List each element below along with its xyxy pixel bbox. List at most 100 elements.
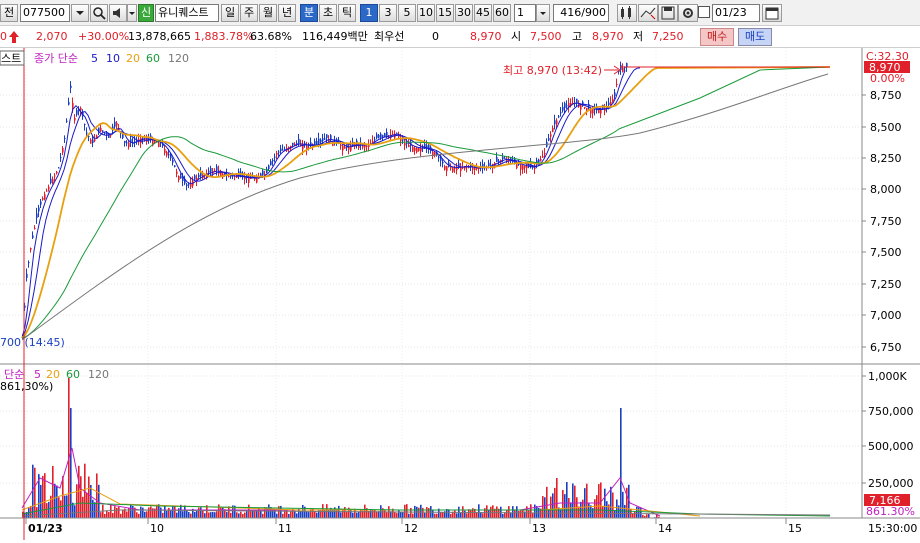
prev-label[interactable]: 전 — [0, 4, 18, 22]
volume-bar — [204, 513, 206, 518]
candle-body — [180, 176, 182, 179]
price-axis: 8,7508,5008,2508,0007,7507,5007,2507,000… — [862, 89, 902, 354]
period-day-button[interactable]: 일 — [221, 4, 239, 22]
chart-area[interactable]: 8,7508,5008,2508,0007,7507,5007,2507,000… — [0, 48, 920, 540]
settings-button[interactable] — [678, 4, 698, 22]
candle-body — [404, 143, 406, 146]
price-tick-label: 8,250 — [870, 152, 902, 165]
volume-value: 13,878,665 — [128, 29, 191, 45]
volume-bar — [276, 514, 278, 518]
indicator-button[interactable] — [617, 4, 637, 22]
volume-bar — [90, 485, 92, 518]
ma-legend-5: 5 — [91, 52, 98, 65]
candle-body — [524, 166, 526, 168]
candle-body — [438, 157, 440, 158]
candle-body — [278, 152, 280, 153]
volume-bar — [460, 513, 462, 518]
volume-bar — [212, 512, 214, 518]
trade-amount: 116,449백만 — [302, 29, 368, 45]
unit-input[interactable]: 1 — [514, 4, 536, 22]
volume-bar — [600, 482, 602, 518]
candle-body — [322, 138, 324, 141]
period-minute-button[interactable]: 분 — [300, 4, 318, 22]
candle-body — [42, 198, 44, 200]
volume-bar — [48, 502, 50, 518]
date-checkbox[interactable] — [698, 6, 710, 18]
volume-bar — [122, 510, 124, 518]
volume-bar — [512, 506, 514, 518]
volume-tick-label: 1,000K — [868, 370, 907, 383]
interval-15-button[interactable]: 15 — [436, 4, 454, 22]
priority-label: 최우선 — [374, 29, 404, 45]
code-dropdown-button[interactable] — [71, 4, 89, 22]
candle-icon — [618, 5, 636, 21]
calendar-button[interactable] — [762, 4, 782, 22]
period-month-button[interactable]: 월 — [259, 4, 277, 22]
sell-button[interactable]: 매도 — [738, 28, 772, 46]
date-input[interactable]: 01/23 — [712, 4, 760, 22]
candle-body — [326, 134, 328, 138]
candle-body — [558, 116, 560, 117]
volume-bar — [306, 512, 308, 518]
candle-body — [210, 168, 212, 172]
interval-45-button[interactable]: 45 — [474, 4, 492, 22]
volume-bar — [394, 512, 396, 518]
sound-menu-button[interactable] — [127, 4, 137, 22]
candle-body — [274, 157, 276, 158]
candle-body — [128, 143, 130, 147]
volume-bar — [230, 513, 232, 518]
search-button[interactable] — [90, 4, 108, 22]
candle-body — [526, 166, 528, 168]
candle-body — [260, 173, 262, 176]
candle-body — [262, 171, 264, 175]
candle-body — [186, 184, 188, 186]
interval-60-button[interactable]: 60 — [493, 4, 511, 22]
volume-bar — [36, 507, 38, 518]
interval-5-button[interactable]: 5 — [398, 4, 416, 22]
volume-bar — [526, 506, 528, 518]
candle-body — [504, 158, 506, 159]
volume-bar — [34, 468, 36, 518]
volume-bar — [222, 507, 224, 518]
sound-button[interactable] — [109, 4, 127, 22]
stock-code-input[interactable]: 077500 — [20, 4, 70, 22]
buy-button[interactable]: 매수 — [700, 28, 734, 46]
volume-bar — [422, 508, 424, 518]
interval-1-button[interactable]: 1 — [360, 4, 378, 22]
volume-bar — [202, 511, 204, 518]
volume-bar — [262, 514, 264, 518]
candle-body — [556, 121, 558, 124]
period-tick-button[interactable]: 틱 — [338, 4, 356, 22]
candle-body — [76, 110, 78, 115]
period-second-button[interactable]: 초 — [319, 4, 337, 22]
volume-bar — [578, 507, 580, 518]
volume-bar — [434, 514, 436, 518]
candle-body — [342, 146, 344, 150]
candle-body — [52, 179, 54, 183]
open-price: 7,500 — [530, 29, 562, 45]
volume-bar — [340, 512, 342, 518]
candle-body — [364, 145, 366, 147]
candle-body — [416, 148, 418, 152]
candle-body — [490, 165, 492, 166]
bar-count-field[interactable]: 416/900 — [553, 4, 609, 22]
volume-bar — [534, 505, 536, 518]
interval-10-button[interactable]: 10 — [417, 4, 435, 22]
unit-dropdown-button[interactable] — [536, 4, 550, 22]
volume-bar — [164, 506, 166, 518]
interval-3-button[interactable]: 3 — [379, 4, 397, 22]
stock-chart[interactable]: 8,7508,5008,2508,0007,7507,5007,2507,000… — [0, 48, 920, 540]
period-year-button[interactable]: 년 — [278, 4, 296, 22]
period-week-button[interactable]: 주 — [240, 4, 258, 22]
drawing-tool-button[interactable] — [638, 4, 658, 22]
x-tick-label: 12 — [404, 522, 418, 535]
candle-body — [298, 139, 300, 144]
current-volume-pct: 861.30% — [866, 505, 915, 518]
candle-body — [36, 214, 38, 218]
volume-bar — [114, 506, 116, 518]
interval-30-button[interactable]: 30 — [455, 4, 473, 22]
save-button[interactable] — [658, 4, 678, 22]
time-label: 15:30:00 — [868, 522, 917, 535]
volume-bar — [528, 511, 530, 518]
candle-body — [34, 228, 36, 229]
